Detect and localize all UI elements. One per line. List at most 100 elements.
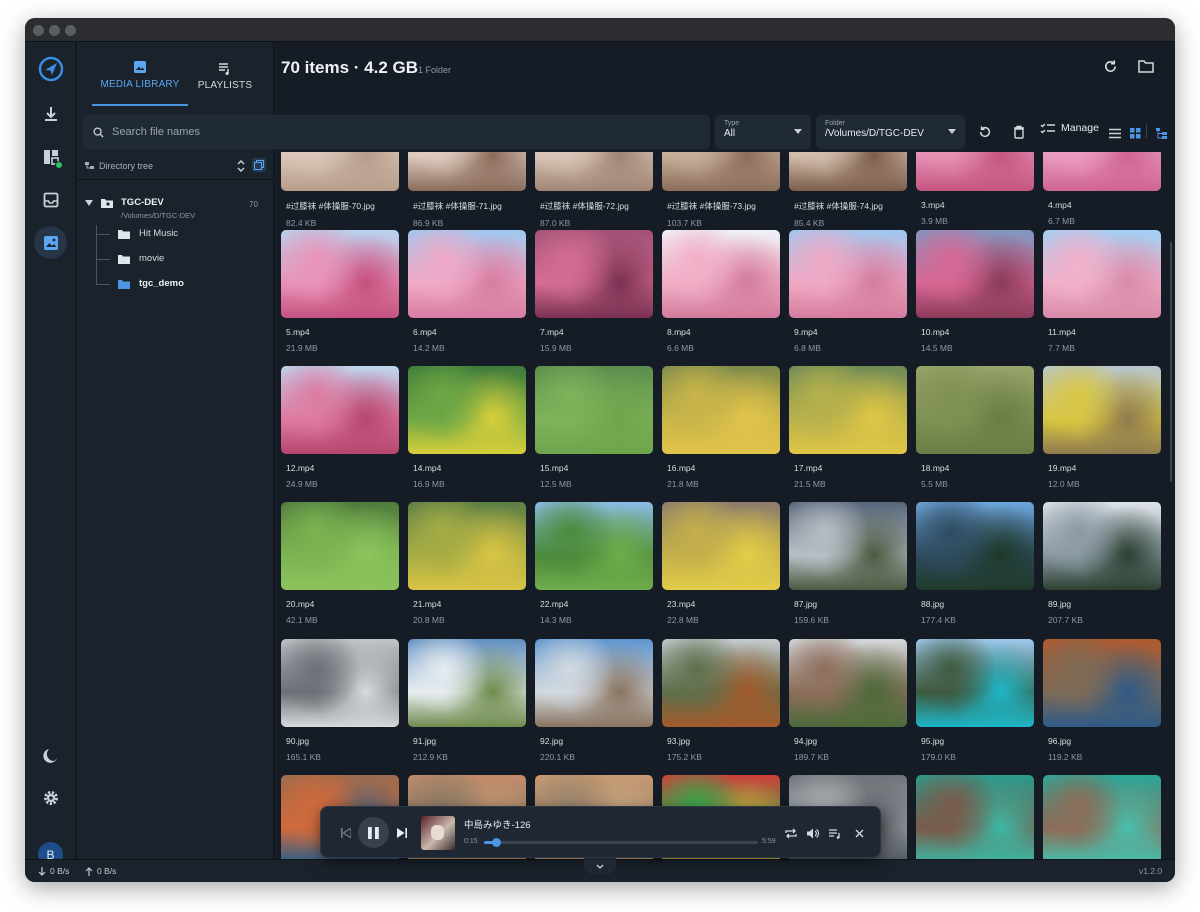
media-thumbnail[interactable]	[1043, 502, 1161, 590]
seek-handle[interactable]	[491, 838, 501, 847]
media-tile[interactable]: 93.jpg 175.2 KB	[662, 639, 780, 762]
media-thumbnail[interactable]	[916, 366, 1034, 454]
collapse-all-button[interactable]	[237, 160, 245, 174]
tree-layout-button[interactable]	[1148, 120, 1174, 146]
media-thumbnail[interactable]	[535, 366, 653, 454]
media-thumbnail[interactable]	[535, 152, 653, 191]
tab-media-library[interactable]: MEDIA LIBRARY	[92, 46, 188, 106]
tree-folder-tgc-demo[interactable]: tgc_demo	[118, 278, 184, 289]
media-tile[interactable]: 6.mp4 14.2 MB	[408, 230, 526, 353]
collapse-player-button[interactable]	[584, 858, 616, 874]
media-thumbnail[interactable]	[408, 152, 526, 191]
tree-folder-hit-music[interactable]: Hit Music	[118, 228, 178, 239]
media-thumbnail[interactable]	[1043, 366, 1161, 454]
media-tile[interactable]: 87.jpg 159.6 KB	[789, 502, 907, 625]
app-logo[interactable]	[34, 52, 67, 85]
seek-bar[interactable]	[484, 838, 758, 847]
sync-button[interactable]	[972, 119, 998, 145]
media-thumbnail[interactable]	[916, 639, 1034, 727]
media-tile[interactable]: 4.mp4 6.7 MB	[1043, 152, 1161, 226]
media-thumbnail[interactable]	[408, 366, 526, 454]
media-thumbnail[interactable]	[1043, 152, 1161, 191]
media-thumbnail[interactable]	[916, 775, 1034, 859]
media-thumbnail[interactable]	[662, 152, 780, 191]
media-tile[interactable]: 22.mp4 14.3 MB	[535, 502, 653, 625]
media-thumbnail[interactable]	[916, 152, 1034, 191]
settings-button[interactable]	[34, 781, 67, 814]
media-tile[interactable]: 20.mp4 42.1 MB	[281, 502, 399, 625]
pause-button[interactable]	[358, 817, 389, 848]
tree-view-toggle[interactable]	[252, 158, 266, 172]
media-tile[interactable]: 11.mp4 7.7 MB	[1043, 230, 1161, 353]
media-tile[interactable]: 16.mp4 21.8 MB	[662, 366, 780, 489]
media-thumbnail[interactable]	[281, 366, 399, 454]
media-tile[interactable]	[916, 775, 1034, 859]
open-folder-button[interactable]	[1133, 53, 1159, 79]
nav-inbox[interactable]	[34, 183, 67, 216]
media-tile[interactable]: 12.mp4 24.9 MB	[281, 366, 399, 489]
media-tile[interactable]: 91.jpg 212.9 KB	[408, 639, 526, 762]
media-tile[interactable]: 88.jpg 177.4 KB	[916, 502, 1034, 625]
media-thumbnail[interactable]	[1043, 230, 1161, 318]
media-thumbnail[interactable]	[789, 230, 907, 318]
media-tile[interactable]: 18.mp4 5.5 MB	[916, 366, 1034, 489]
type-filter[interactable]: Type All	[715, 115, 811, 149]
tree-root[interactable]: TGC-DEV	[85, 197, 164, 208]
media-thumbnail[interactable]	[408, 502, 526, 590]
media-tile[interactable]: 21.mp4 20.8 MB	[408, 502, 526, 625]
media-thumbnail[interactable]	[535, 230, 653, 318]
nav-downloads[interactable]	[34, 97, 67, 130]
media-thumbnail[interactable]	[662, 502, 780, 590]
media-tile[interactable]: 23.mp4 22.8 MB	[662, 502, 780, 625]
media-thumbnail[interactable]	[789, 152, 907, 191]
media-tile[interactable]: 7.mp4 15.9 MB	[535, 230, 653, 353]
previous-button[interactable]	[333, 820, 359, 846]
media-tile[interactable]: 96.jpg 119.2 KB	[1043, 639, 1161, 762]
media-thumbnail[interactable]	[281, 152, 399, 191]
media-thumbnail[interactable]	[789, 502, 907, 590]
media-thumbnail[interactable]	[281, 502, 399, 590]
grid-scrollbar[interactable]	[1170, 242, 1172, 482]
media-tile[interactable]: 95.jpg 179.0 KB	[916, 639, 1034, 762]
media-tile[interactable]: 94.jpg 189.7 KB	[789, 639, 907, 762]
media-tile[interactable]: 92.jpg 220.1 KB	[535, 639, 653, 762]
media-thumbnail[interactable]	[1043, 775, 1161, 859]
media-tile[interactable]: 5.mp4 21.9 MB	[281, 230, 399, 353]
minimize-window-button[interactable]	[49, 25, 60, 36]
media-tile[interactable]: 10.mp4 14.5 MB	[916, 230, 1034, 353]
media-thumbnail[interactable]	[408, 639, 526, 727]
refresh-button[interactable]	[1097, 53, 1123, 79]
grid-view-button[interactable]	[1122, 120, 1148, 146]
media-tile[interactable]: 8.mp4 6.6 MB	[662, 230, 780, 353]
close-player-button[interactable]	[846, 820, 872, 846]
media-tile[interactable]	[1043, 775, 1161, 859]
tab-playlists[interactable]: PLAYLISTS	[188, 46, 262, 106]
folder-filter[interactable]: Folder /Volumes/D/TGC-DEV	[816, 115, 965, 149]
delete-button[interactable]	[1006, 119, 1032, 145]
nav-dashboard[interactable]	[34, 140, 67, 173]
media-thumbnail[interactable]	[916, 230, 1034, 318]
media-thumbnail[interactable]	[789, 366, 907, 454]
media-thumbnail[interactable]	[535, 502, 653, 590]
media-tile[interactable]: #过膝袜 #体操服-70.jpg 82.4 KB	[281, 152, 399, 228]
media-tile[interactable]: 19.mp4 12.0 MB	[1043, 366, 1161, 489]
media-thumbnail[interactable]	[281, 230, 399, 318]
queue-button[interactable]	[822, 820, 848, 846]
theme-toggle[interactable]	[34, 738, 67, 771]
media-tile[interactable]: 9.mp4 6.8 MB	[789, 230, 907, 353]
media-thumbnail[interactable]	[408, 230, 526, 318]
media-thumbnail[interactable]	[281, 639, 399, 727]
media-tile[interactable]: 17.mp4 21.5 MB	[789, 366, 907, 489]
media-tile[interactable]: 90.jpg 165.1 KB	[281, 639, 399, 762]
search-bar[interactable]	[83, 115, 710, 149]
media-tile[interactable]: #过膝袜 #体操服-72.jpg 87.0 KB	[535, 152, 653, 228]
media-tile[interactable]: 3.mp4 3.9 MB	[916, 152, 1034, 226]
media-tile[interactable]: 14.mp4 16.9 MB	[408, 366, 526, 489]
media-tile[interactable]: #过膝袜 #体操服-74.jpg 85.4 KB	[789, 152, 907, 228]
search-input[interactable]	[112, 126, 672, 138]
next-button[interactable]	[389, 820, 415, 846]
media-thumbnail[interactable]	[1043, 639, 1161, 727]
media-tile[interactable]: #过膝袜 #体操服-73.jpg 103.7 KB	[662, 152, 780, 228]
media-tile[interactable]: #过膝袜 #体操服-71.jpg 86.9 KB	[408, 152, 526, 228]
tree-folder-movie[interactable]: movie	[118, 253, 164, 264]
